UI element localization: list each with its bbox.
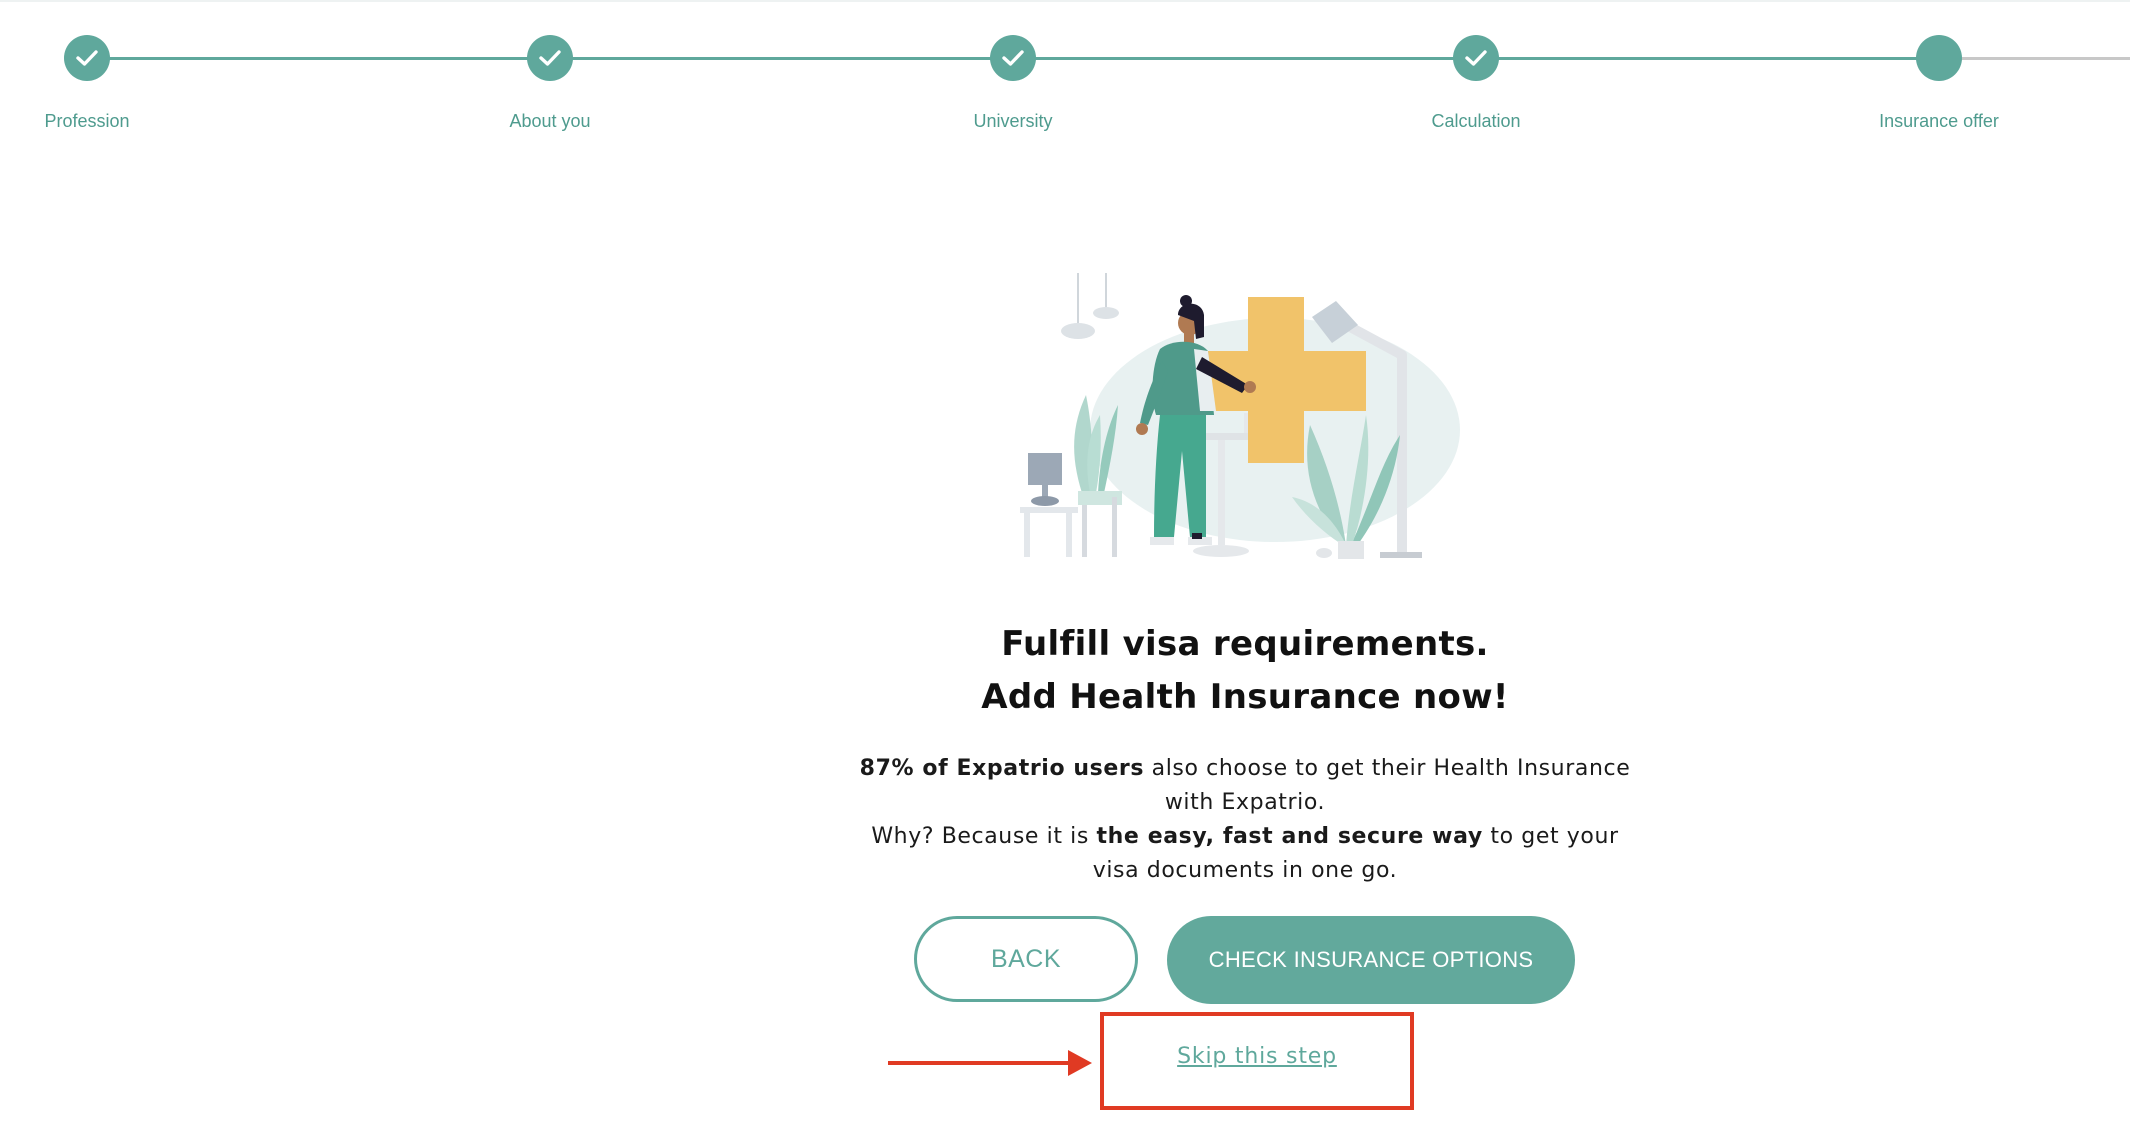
step-about-you[interactable]: About you <box>450 35 650 132</box>
back-button[interactable]: BACK <box>914 916 1138 1002</box>
progress-stepper: Profession About you University Calculat… <box>0 0 2130 140</box>
check-icon <box>527 35 573 81</box>
headline-line-1: Fulfill visa requirements. <box>1001 624 1489 664</box>
why-prefix: Why? Because it is <box>871 824 1097 849</box>
stat-rest: also choose to get their Health Insuranc… <box>1144 756 1631 815</box>
check-icon <box>64 35 110 81</box>
stat-sentence: 87% of Expatrio users also choose to get… <box>845 752 1645 820</box>
annotation-arrow-icon <box>888 1050 1092 1076</box>
skip-step-link[interactable]: Skip this step <box>1100 1044 1414 1069</box>
step-profession[interactable]: Profession <box>0 35 187 132</box>
check-icon <box>1453 35 1499 81</box>
step-university[interactable]: University <box>913 35 1113 132</box>
check-insurance-options-button[interactable]: CHECK INSURANCE OPTIONS <box>1167 916 1575 1004</box>
page-headline: Fulfill visa requirements. Add Health In… <box>700 618 1790 724</box>
step-label: Profession <box>44 111 130 131</box>
stat-highlight: 87% of Expatrio users <box>859 756 1145 781</box>
step-label: Insurance offer <box>1879 111 1999 131</box>
step-label: About you <box>509 111 591 131</box>
why-sentence: Why? Because it is the easy, fast and se… <box>845 820 1645 888</box>
step-calculation[interactable]: Calculation <box>1376 35 1576 132</box>
headline-line-2: Add Health Insurance now! <box>981 677 1509 717</box>
why-highlight: the easy, fast and secure way <box>1096 824 1483 849</box>
step-label: University <box>973 111 1053 131</box>
insurance-description: 87% of Expatrio users also choose to get… <box>845 752 1645 888</box>
check-icon <box>990 35 1036 81</box>
current-step-dot <box>1916 35 1962 81</box>
step-insurance-offer: Insurance offer <box>1839 35 2039 132</box>
health-insurance-illustration <box>1020 273 1460 559</box>
step-label: Calculation <box>1431 111 1521 131</box>
